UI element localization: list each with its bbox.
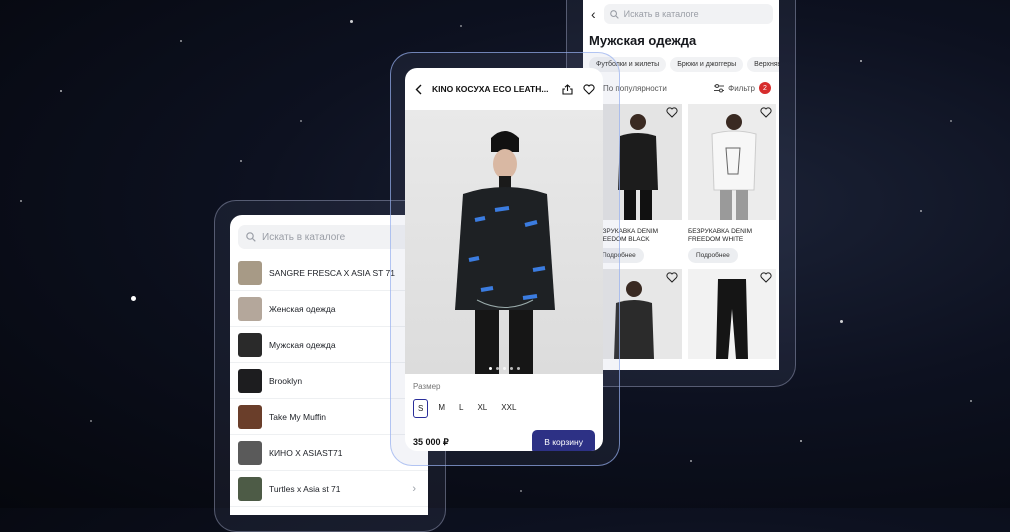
category-label: Take My Muffin (269, 411, 327, 422)
filter-count-badge: 2 (759, 82, 771, 94)
size-option-m[interactable]: M (434, 399, 449, 418)
star (20, 200, 22, 202)
chip-pants[interactable]: Брюки и джоггеры (670, 57, 744, 72)
star (950, 120, 952, 122)
size-selector: S M L XL XXL (405, 391, 603, 418)
favorite-icon[interactable] (666, 272, 678, 283)
category-thumbnail (238, 260, 262, 285)
pagination-dot[interactable] (509, 367, 513, 370)
category-thumbnail (238, 404, 262, 429)
product-image (688, 104, 776, 220)
search-placeholder: Искать в каталоге (623, 9, 699, 19)
filter-icon (714, 83, 725, 92)
size-option-l[interactable]: L (455, 399, 467, 418)
header-actions (562, 83, 595, 95)
size-option-xxl[interactable]: XXL (497, 399, 520, 418)
product-card[interactable]: БЕЗРУКАВКА DENIM FREEDOM WHITE Подробнее (688, 104, 776, 263)
category-label: Brooklyn (269, 375, 303, 386)
star (520, 490, 522, 492)
pagination-dot[interactable] (502, 367, 506, 370)
product-title: БЕЗРУКАВКА DENIM FREEDOM WHITE (688, 228, 753, 243)
star (840, 320, 843, 323)
add-to-cart-button[interactable]: В корзину (532, 430, 595, 451)
size-option-s[interactable]: S (413, 399, 429, 418)
image-pagination (405, 367, 603, 370)
back-icon[interactable] (415, 84, 422, 95)
star (60, 90, 62, 92)
model-silhouette (711, 114, 757, 220)
details-button[interactable]: Подробнее (688, 248, 738, 263)
chip-outerwear[interactable]: Верхняя (747, 57, 779, 72)
product-image (688, 269, 776, 359)
star (90, 420, 92, 422)
category-label: Turtles x Asia st 71 (269, 483, 341, 494)
back-icon[interactable]: ‹ (591, 6, 596, 22)
product-image[interactable] (405, 110, 603, 374)
pagination-dot[interactable] (488, 367, 492, 370)
category-thumbnail (238, 476, 262, 501)
list-item[interactable]: Turtles x Asia st 71 › (230, 471, 428, 507)
filter-label: Фильтр (728, 83, 755, 93)
star (800, 440, 802, 442)
star (920, 210, 922, 212)
category-label: Мужская одежда (269, 339, 336, 350)
model-photo (455, 131, 555, 374)
category-thumbnail (238, 332, 262, 357)
star (300, 120, 302, 122)
category-label: Женская одежда (269, 303, 336, 314)
buy-row: 35 000 ₽ В корзину (405, 418, 603, 451)
star (970, 400, 972, 402)
star (460, 25, 462, 27)
favorite-icon[interactable] (760, 107, 772, 118)
star (690, 460, 692, 462)
chevron-right-icon: › (412, 482, 416, 495)
category-thumbnail (238, 296, 262, 321)
star (350, 20, 353, 23)
search-placeholder: Искать в каталоге (262, 231, 346, 243)
star (180, 40, 182, 42)
product-title: KINO КОСУХА ECO LEATH... (432, 84, 549, 94)
category-label: SANGRE FRESCA X ASIA ST 71 (269, 267, 395, 278)
pagination-dot[interactable] (516, 367, 520, 370)
star (240, 160, 242, 162)
search-input[interactable]: Искать в каталоге (603, 4, 773, 24)
search-icon (246, 232, 256, 242)
filter-button[interactable]: Фильтр 2 (714, 82, 771, 94)
top-bar: ‹ Искать в каталоге (583, 0, 779, 28)
category-thumbnail (238, 368, 262, 393)
size-option-xl[interactable]: XL (473, 399, 491, 418)
pagination-dot[interactable] (495, 367, 499, 370)
size-label: Размер (413, 382, 441, 391)
star (860, 60, 862, 62)
price: 35 000 ₽ (413, 436, 449, 447)
product-screen: KINO КОСУХА ECO LEATH... Размер S M L XL… (405, 68, 603, 451)
product-card[interactable] (688, 269, 776, 359)
product-header: KINO КОСУХА ECO LEATH... (405, 68, 603, 110)
favorite-icon[interactable] (760, 272, 772, 283)
category-label: КИНО X ASIAST71 (269, 447, 343, 458)
favorite-icon[interactable] (666, 107, 678, 118)
search-icon (609, 9, 619, 19)
heart-icon[interactable] (583, 83, 595, 95)
star (131, 296, 136, 301)
category-thumbnail (238, 440, 262, 465)
share-icon[interactable] (562, 83, 573, 95)
page-title: Мужская одежда (589, 33, 697, 48)
